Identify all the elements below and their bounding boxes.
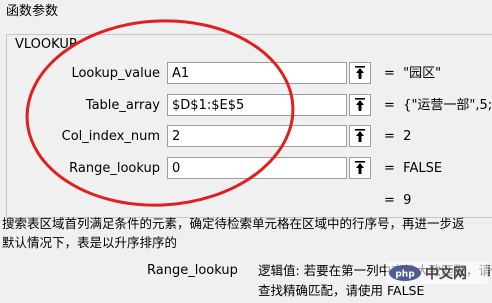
lookup-value-input[interactable] [167, 62, 347, 84]
dialog-title: 函数参数 [6, 4, 59, 19]
collapse-dialog-button[interactable] [349, 125, 371, 147]
table-array-input[interactable] [167, 94, 347, 116]
svg-text:php: php [395, 270, 415, 280]
function-description: 搜索表区域首列满足条件的元素，确定待检索单元格在区域中的行序号，再进一步返 默认… [2, 214, 492, 252]
argument-row-col-index-num: Col_index_num = 2 [0, 125, 492, 149]
argument-row-table-array: Table_array = {"运营一部",5;" [0, 94, 492, 118]
argument-row-lookup-value: Lookup_value = "园区" [0, 62, 492, 86]
watermark-text: 中文网 [425, 266, 467, 282]
argument-result: = FALSE [384, 161, 443, 176]
description-line: 默认情况下，表是以升序排序的 [2, 235, 178, 250]
php-logo-icon: php [389, 265, 421, 281]
argument-row-range-lookup: Range_lookup = FALSE [0, 157, 492, 181]
argument-label: Table_array [85, 98, 160, 113]
collapse-arrow-icon [355, 98, 365, 111]
argument-result: = "园区" [384, 66, 442, 81]
range-lookup-input[interactable] [167, 157, 347, 179]
col-index-num-input[interactable] [167, 125, 347, 147]
collapse-dialog-button[interactable] [349, 62, 371, 84]
site-watermark: php 中文网 [386, 262, 488, 284]
argument-label: Col_index_num [61, 129, 160, 144]
formula-result: = 9 [384, 193, 412, 208]
description-line: 搜索表区域首列满足条件的元素，确定待检索单元格在区域中的行序号，再进一步返 [2, 216, 465, 231]
collapse-arrow-icon [355, 161, 365, 174]
collapse-arrow-icon [355, 129, 365, 142]
argument-label: Range_lookup [69, 161, 160, 176]
argument-result: = {"运营一部",5;" [384, 98, 492, 113]
argument-result: = 2 [384, 129, 412, 144]
argument-label: Lookup_value [71, 66, 160, 81]
collapse-dialog-button[interactable] [349, 94, 371, 116]
collapse-dialog-button[interactable] [349, 157, 371, 179]
parameter-help-name: Range_lookup [147, 263, 238, 278]
parameter-help-line: 查找精确匹配，请使用 FALSE [258, 283, 425, 298]
collapse-arrow-icon [355, 66, 365, 79]
function-name: VLOOKUP [13, 36, 79, 54]
